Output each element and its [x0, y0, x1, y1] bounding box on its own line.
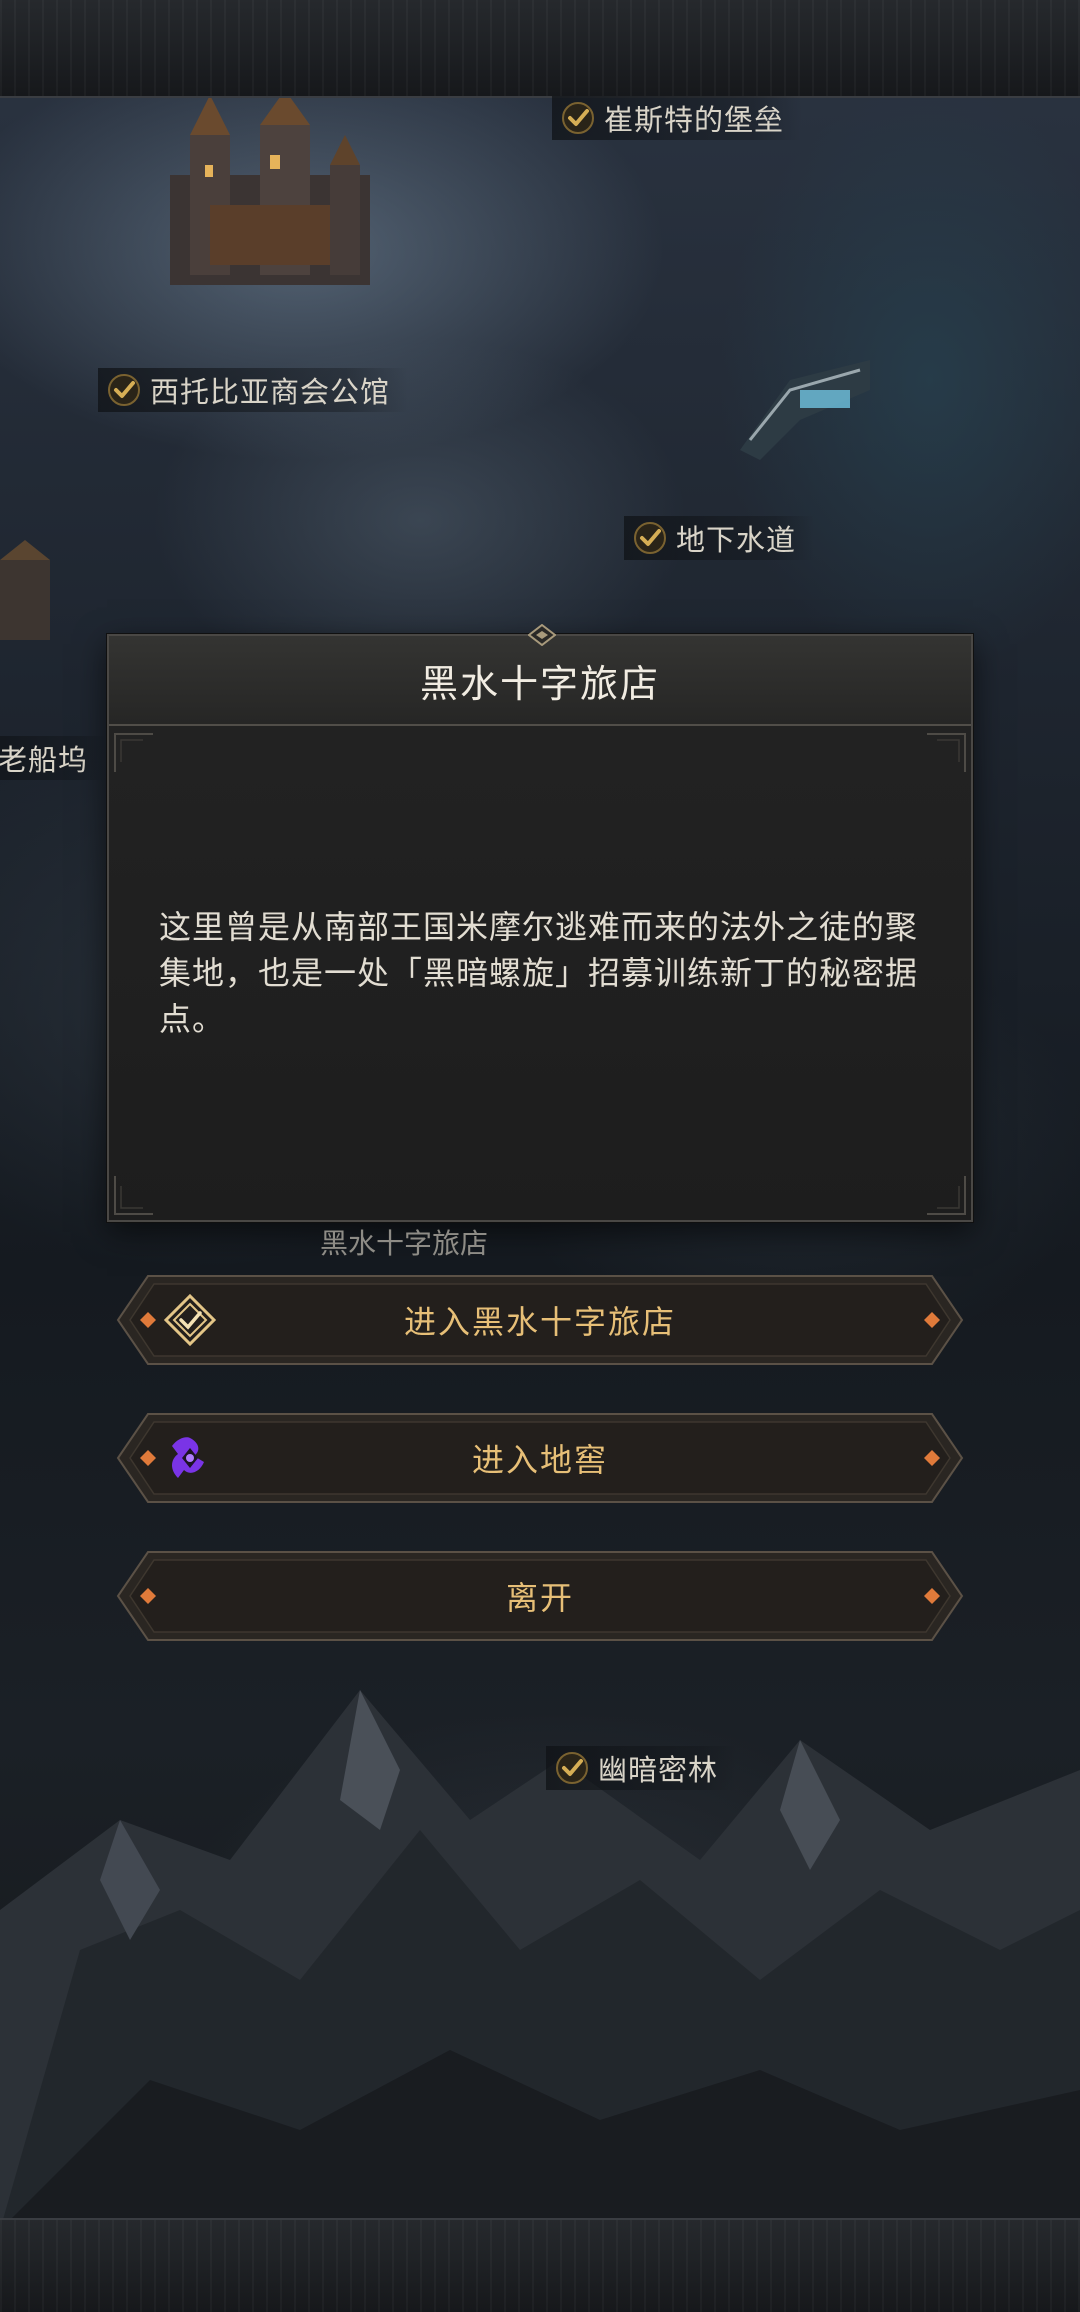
location-marker-dark-forest[interactable]: 幽暗密林 — [546, 1746, 737, 1790]
bottom-frame-bar — [0, 2218, 1080, 2312]
corner-ornament-icon — [927, 733, 966, 772]
location-marker-merchant-hall[interactable]: 西托比亚商会公馆 — [98, 368, 409, 412]
location-label: 西托比亚商会公馆 — [150, 375, 391, 409]
location-marker-old-dock[interactable]: 老船坞 — [0, 736, 107, 780]
check-icon — [562, 102, 594, 134]
top-frame-bar — [0, 0, 1080, 98]
check-icon — [634, 522, 666, 554]
selected-location-label: 黑水十字旅店 — [320, 1227, 489, 1260]
location-label: 老船坞 — [0, 743, 89, 777]
mountains-illustration — [0, 1690, 1080, 2230]
location-label: 幽暗密林 — [598, 1753, 719, 1787]
dialog-header: 黑水十字旅店 — [109, 636, 971, 726]
dock-illustration — [0, 540, 50, 640]
aqueduct-illustration — [740, 360, 870, 460]
button-label: 进入地窖 — [471, 1441, 608, 1479]
button-label: 进入黑水十字旅店 — [403, 1303, 676, 1341]
location-label: 崔斯特的堡垒 — [604, 103, 785, 137]
dialog-body: 这里曾是从南部王国米摩尔逃难而来的法外之徒的聚集地，也是一处「黑暗螺旋」招募训练… — [109, 726, 971, 1220]
castle-illustration — [170, 95, 370, 285]
check-icon — [556, 1752, 588, 1784]
dialog-title: 黑水十字旅店 — [419, 661, 660, 706]
corner-ornament-icon — [927, 1176, 966, 1215]
button-label: 离开 — [505, 1579, 574, 1617]
diamond-ornament-icon — [528, 624, 556, 646]
location-marker-sewers[interactable]: 地下水道 — [624, 516, 815, 560]
location-label: 地下水道 — [676, 523, 797, 557]
enter-inn-button[interactable]: 进入黑水十字旅店 — [114, 1272, 966, 1368]
dialog-description: 这里曾是从南部王国米摩尔逃难而来的法外之徒的聚集地，也是一处「黑暗螺旋」招募训练… — [159, 908, 919, 1038]
corner-ornament-icon — [114, 1176, 153, 1215]
corner-ornament-icon — [114, 733, 153, 772]
leave-button[interactable]: 离开 — [114, 1548, 966, 1644]
check-icon — [108, 374, 140, 406]
location-info-dialog: 黑水十字旅店 这里曾是从南部王国米摩尔逃难而来的法外之徒的聚集地，也是一处「黑暗… — [107, 624, 973, 1222]
enter-cellar-button[interactable]: 进入地窖 — [114, 1410, 966, 1506]
location-marker-trist-fortress[interactable]: 崔斯特的堡垒 — [552, 96, 803, 140]
